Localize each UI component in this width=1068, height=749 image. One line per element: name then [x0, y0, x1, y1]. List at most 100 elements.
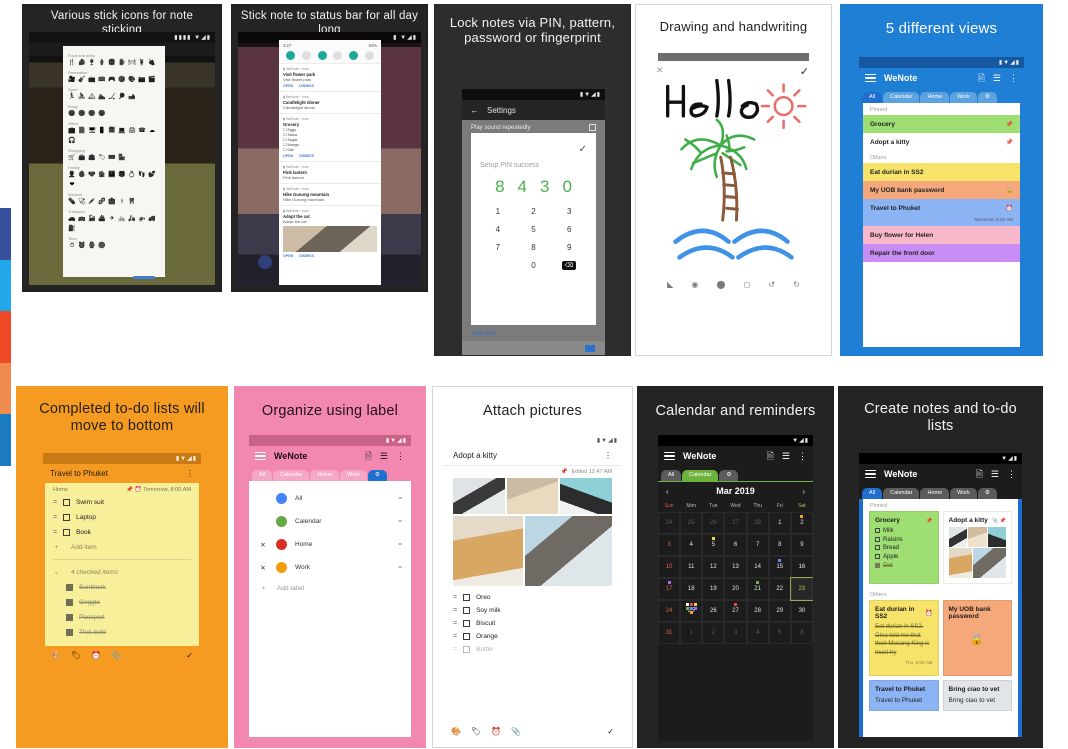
- calendar-day-cell[interactable]: 23: [789, 577, 813, 601]
- pin-key-3[interactable]: 3: [551, 207, 587, 216]
- tab-all[interactable]: All: [661, 469, 682, 481]
- icon-group-row[interactable]: 🛒 👜 👛 🏷 💳 🏪: [68, 154, 160, 162]
- stick-icon[interactable]: 🍹: [138, 59, 146, 67]
- tab-bar[interactable]: All Calendar Home Work ⚙: [249, 466, 411, 481]
- calendar-day-cell[interactable]: 26: [702, 512, 725, 534]
- icon-group-row[interactable]: 👤 👶 🐶 🏠 👪 🎁 💍 👣 💕 ❤: [68, 171, 160, 189]
- drag-handle-icon[interactable]: =: [453, 594, 457, 601]
- stick-icon[interactable]: 💍: [128, 171, 136, 179]
- alarm-icon[interactable]: ⏰: [91, 651, 101, 660]
- stick-icon[interactable]: 😊: [78, 110, 86, 118]
- thumbnail-segment-1[interactable]: [0, 259, 11, 312]
- stick-icon[interactable]: 🏒: [108, 93, 116, 101]
- stick-icon[interactable]: 🍦: [98, 59, 106, 67]
- pin-key-2[interactable]: 2: [516, 207, 552, 216]
- drag-handle-icon[interactable]: =: [53, 499, 57, 506]
- calendar-day-cell[interactable]: 6: [724, 534, 747, 556]
- drag-handle-icon[interactable]: =: [398, 564, 402, 571]
- note-bottom-bar[interactable]: 🎨 🏷 ⏰ 📎 ✓: [443, 722, 622, 741]
- gear-icon[interactable]: ⚙: [719, 469, 739, 481]
- notification-item[interactable]: ▮ WeNote · now Adopt the cat Adopt the cat…: [279, 205, 381, 261]
- settings-auto-lock-row[interactable]: Auto lock: [462, 329, 605, 339]
- label-row[interactable]: ✕ Work =: [249, 556, 411, 579]
- new-note-icon[interactable]: 🗎: [976, 469, 983, 479]
- stick-icon[interactable]: 🎸: [78, 76, 86, 84]
- tab-all[interactable]: All: [862, 91, 883, 103]
- stick-icon[interactable]: 🏥: [108, 198, 116, 206]
- rotate-toggle[interactable]: [348, 51, 358, 60]
- checkbox-icon[interactable]: [463, 620, 471, 627]
- drag-handle-icon[interactable]: =: [398, 541, 402, 548]
- stick-icon[interactable]: 🎨: [128, 76, 136, 84]
- stick-icon[interactable]: 🍷: [88, 59, 96, 67]
- chevron-right-icon[interactable]: ›: [802, 487, 805, 496]
- screenshot-card-status-bar-note[interactable]: Stick note to status bar for all day lon…: [231, 4, 428, 292]
- drag-handle-icon[interactable]: =: [453, 646, 457, 653]
- drag-handle-icon[interactable]: =: [453, 607, 457, 614]
- calendar-day-cell[interactable]: 6: [790, 622, 813, 644]
- stick-icon[interactable]: ✈: [108, 215, 116, 223]
- check-icon[interactable]: ✓: [607, 727, 614, 736]
- notification-actions[interactable]: OPEN DISMISS: [283, 154, 377, 158]
- drag-handle-icon[interactable]: =: [53, 529, 57, 536]
- todo-item-checked[interactable]: Passport: [45, 610, 199, 625]
- screenshot-card-five-views[interactable]: 5 different views ▮▼◢▮ WeNote 🗎 ☰ ⋮ All C…: [840, 4, 1043, 356]
- notification-action[interactable]: DISMISS: [299, 254, 314, 258]
- check-icon[interactable]: ✓: [800, 65, 809, 78]
- note-row[interactable]: My UOB bank password 🔒: [863, 181, 1020, 199]
- calendar-day-cell[interactable]: 27: [724, 512, 747, 534]
- overflow-menu-icon[interactable]: ⋮: [798, 451, 807, 461]
- note-grid[interactable]: Pinned Grocery 📌 Milk Raisins Bread Apple Oat A…: [863, 499, 1018, 737]
- stick-icon[interactable]: 🏪: [118, 154, 126, 162]
- stick-icon[interactable]: ⛽: [68, 225, 76, 233]
- photo-thumbnail[interactable]: [506, 478, 559, 514]
- remove-label-icon[interactable]: ✕: [258, 564, 268, 572]
- note-photo[interactable]: [987, 527, 1006, 547]
- sheet-handle[interactable]: [133, 276, 155, 279]
- stick-icon[interactable]: 🏓: [118, 93, 126, 101]
- checkbox-icon[interactable]: [63, 499, 71, 506]
- stick-icon[interactable]: 🖥: [88, 127, 96, 135]
- checkbox-icon[interactable]: [875, 553, 880, 559]
- new-note-icon[interactable]: 🗎: [767, 451, 774, 461]
- screenshot-card-completed-todo[interactable]: Completed to-do lists will move to botto…: [16, 386, 228, 748]
- stick-icon[interactable]: 🏃: [68, 93, 76, 101]
- calendar-day-cell[interactable]: 31: [658, 622, 681, 644]
- stick-icon[interactable]: ☁: [148, 127, 156, 135]
- stick-icon[interactable]: 🎮: [108, 76, 116, 84]
- calendar-day-cell[interactable]: 27: [724, 600, 747, 622]
- note-card[interactable]: My UOB bank password 🔒: [942, 600, 1012, 676]
- view-list-icon[interactable]: ☰: [380, 451, 388, 461]
- stick-icon[interactable]: 🏷: [98, 154, 106, 162]
- pin-key-0[interactable]: 0: [516, 261, 552, 270]
- calendar-day-cell[interactable]: 24: [658, 600, 681, 622]
- calendar-day-cell[interactable]: 16: [790, 556, 813, 578]
- calendar-day-cell[interactable]: 2: [702, 622, 725, 644]
- note-row[interactable]: Grocery 📌: [863, 115, 1020, 133]
- checkbox-icon-checked[interactable]: [66, 599, 73, 606]
- pin-key-backspace[interactable]: ⌫: [561, 261, 577, 270]
- photo-thumbnail[interactable]: [453, 516, 523, 586]
- note-photo[interactable]: [948, 527, 967, 547]
- notification-item[interactable]: ▮ WeNote · now Grocery ☐ Eggs ☐ Salsa ☐ Suga…: [279, 113, 381, 161]
- stick-icon[interactable]: 🍰: [78, 59, 86, 67]
- checked-items-header[interactable]: ⌄ 4 checked items: [45, 564, 199, 580]
- label-list[interactable]: All = Calendar = ✕ Home = ✕ Work =: [249, 487, 411, 579]
- note-photo[interactable]: [948, 548, 972, 578]
- calendar-day-cell[interactable]: 19: [702, 578, 725, 600]
- label-color-dot[interactable]: [276, 493, 287, 504]
- note-card[interactable]: Eat durian in SS2 ⏰ Eat durian in SS2. Gin…: [869, 600, 939, 676]
- calendar-day-cell[interactable]: 4: [680, 534, 703, 556]
- attachment-icon[interactable]: 📎: [511, 727, 521, 736]
- stick-icon[interactable]: 🍇: [148, 59, 156, 67]
- calendar-day-cell[interactable]: 14: [746, 556, 769, 578]
- stick-icon[interactable]: 🍺: [118, 59, 126, 67]
- tab-home[interactable]: Home: [310, 469, 340, 481]
- stick-icon-picker-sheet[interactable]: Food and drink 🍴 🍰 🍷 🍦 🍔 🍺 🍽 🍹 🍇 Recreation 🎥 🎸 📺 📖 🎮 🎲 🎨…: [63, 46, 165, 277]
- stick-icon[interactable]: 🍴: [68, 59, 76, 67]
- notification-shade[interactable]: 4:27 84% ▮ WeNote · now Visit flower park Vi…: [279, 40, 381, 285]
- todo-item[interactable]: = Book: [45, 525, 199, 540]
- icon-group-row[interactable]: 💊 🩺 💉 🧬 🏥 ⚕ 🦷: [68, 198, 160, 206]
- stick-icon[interactable]: 🍔: [108, 59, 116, 67]
- stick-icon[interactable]: 🙁: [88, 110, 96, 118]
